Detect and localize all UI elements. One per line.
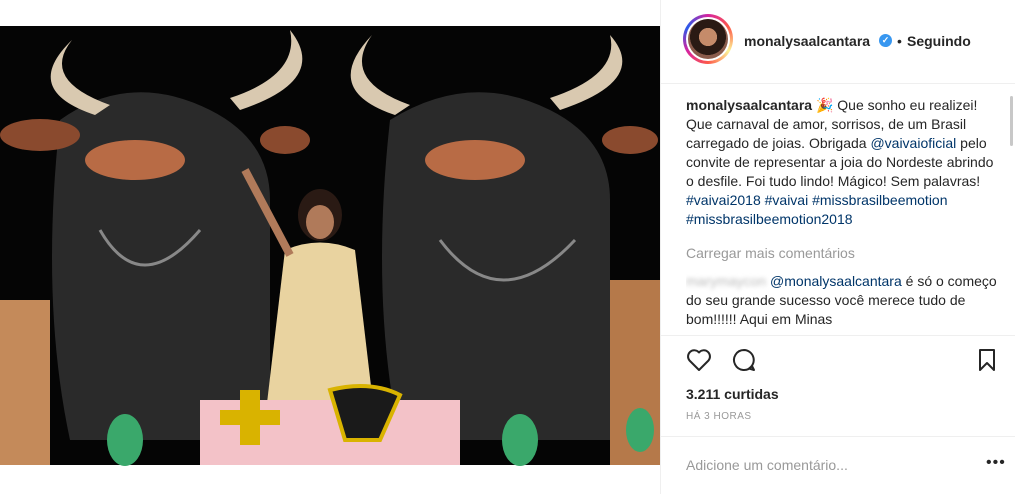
action-bar: [661, 335, 1015, 375]
comments-scrollbar[interactable]: [1010, 96, 1013, 146]
heart-icon[interactable]: [686, 348, 712, 372]
comments-area[interactable]: monalysaalcantara 🎉 Que sonho eu realize…: [686, 96, 1001, 334]
party-popper-icon: 🎉: [815, 97, 834, 113]
post-photo[interactable]: [0, 0, 660, 494]
post-timestamp: HÁ 3 HORAS: [686, 411, 752, 422]
header-username[interactable]: monalysaalcantara: [744, 33, 870, 49]
caption: monalysaalcantara 🎉 Que sonho eu realize…: [686, 96, 1001, 229]
bookmark-icon[interactable]: [977, 348, 997, 372]
caption-mention[interactable]: @vaivaioficial: [870, 135, 956, 151]
comment: marymaycon @monalysaalcantara é só o com…: [686, 272, 1001, 329]
post-sidebar: monalysaalcantara ✓ • Seguindo monalysaa…: [660, 0, 1015, 494]
more-options-icon[interactable]: •••: [986, 454, 1006, 472]
load-more-comments-link[interactable]: Carregar mais comentários: [686, 244, 1001, 263]
hashtag-link[interactable]: #missbrasilbeemotion: [812, 192, 947, 208]
comment-mention[interactable]: @monalysaalcantara: [770, 273, 902, 289]
like-count[interactable]: 3.211 curtidas: [686, 386, 779, 402]
speech-bubble-icon[interactable]: [731, 348, 757, 372]
comment-username[interactable]: marymaycon: [686, 273, 766, 289]
add-comment-bar: Adicione um comentário... •••: [661, 436, 1015, 494]
post-header: monalysaalcantara ✓ • Seguindo: [661, 0, 1015, 84]
add-comment-input[interactable]: Adicione um comentário...: [686, 457, 848, 473]
caption-username[interactable]: monalysaalcantara: [686, 97, 812, 113]
avatar[interactable]: [683, 14, 733, 64]
carnival-float-image: [0, 0, 660, 494]
hashtag-link[interactable]: #vaivai: [765, 192, 809, 208]
hashtag-link[interactable]: #vaivai2018: [686, 192, 761, 208]
verified-badge-icon: ✓: [879, 34, 892, 47]
following-button[interactable]: Seguindo: [907, 33, 971, 49]
header-separator: •: [897, 33, 902, 49]
hashtag-link[interactable]: #missbrasilbeemotion2018: [686, 211, 853, 227]
